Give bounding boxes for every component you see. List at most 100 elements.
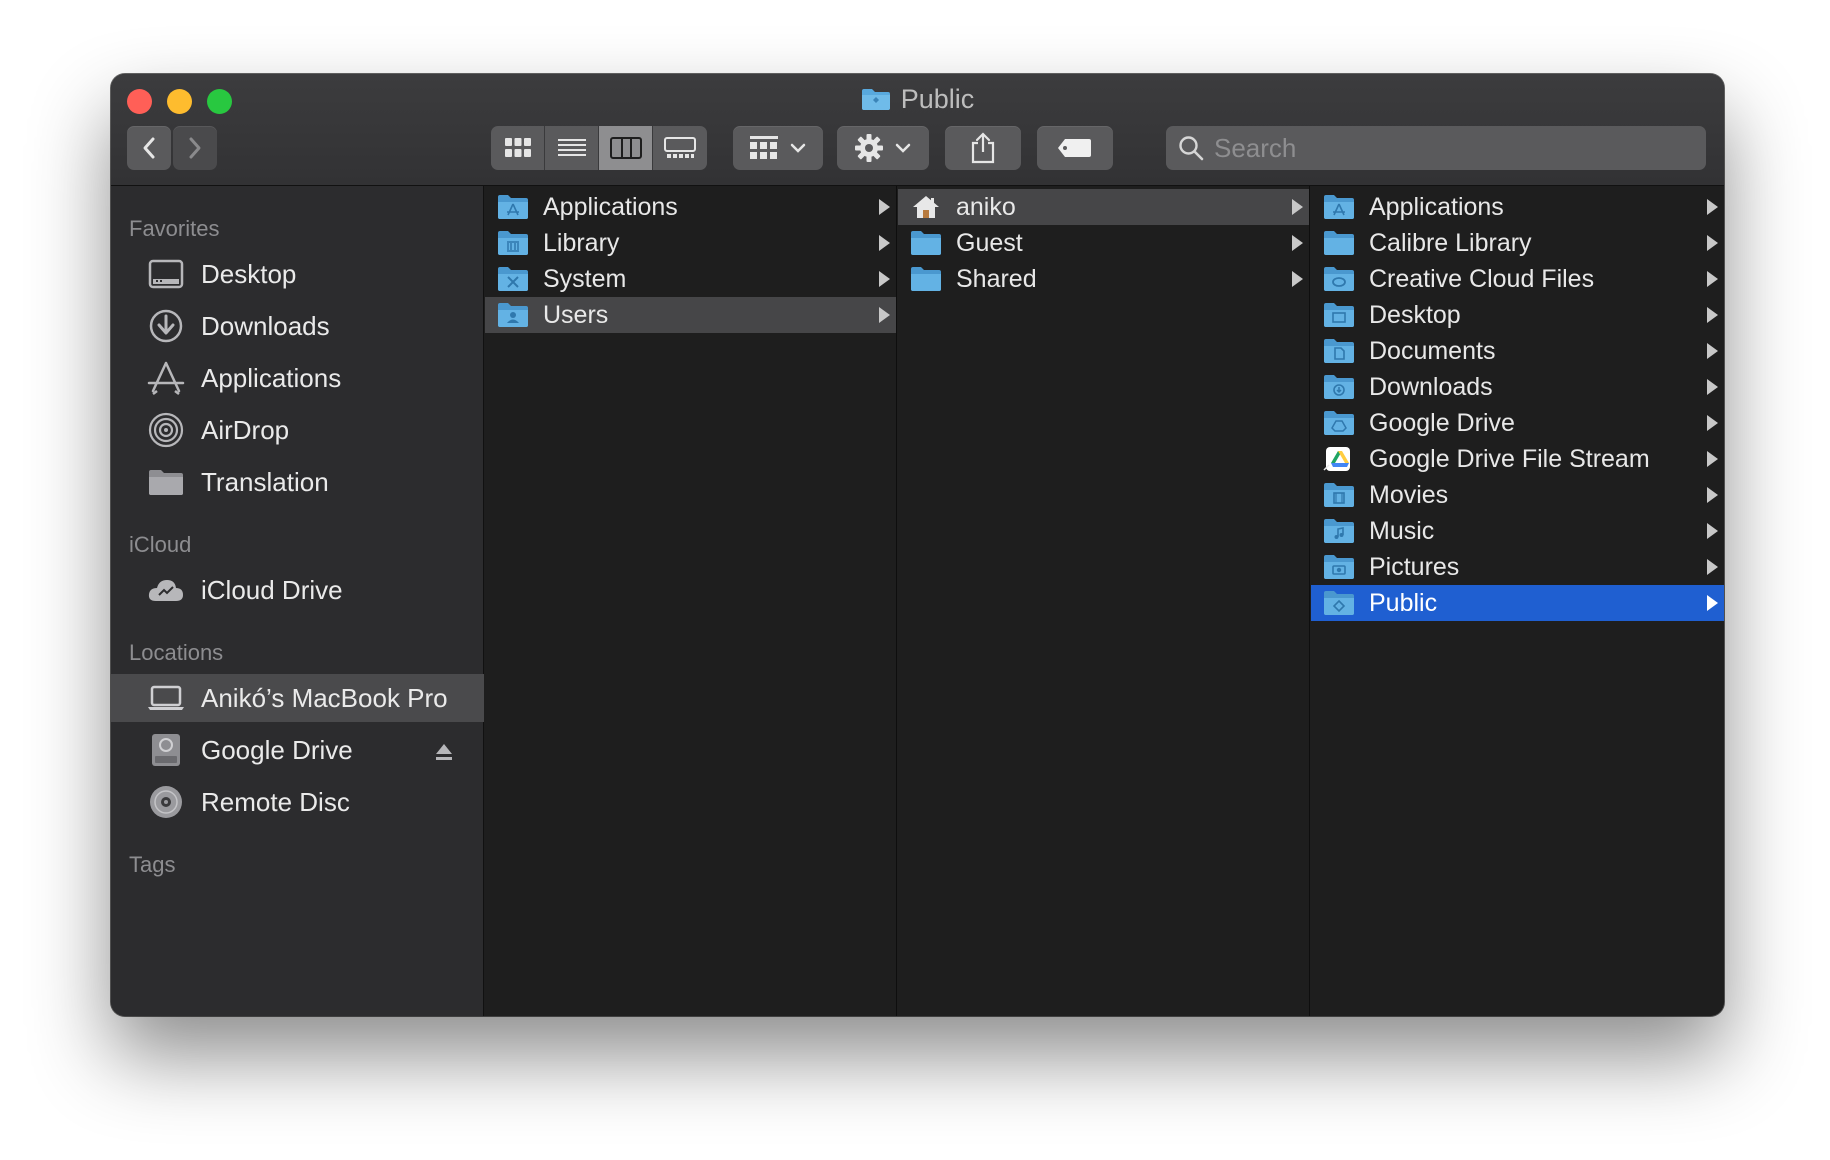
chevron-right-icon [1707, 271, 1718, 287]
list-icon [557, 139, 586, 156]
list-item-label: Users [543, 300, 609, 329]
sidebar-item-label: Downloads [201, 310, 330, 341]
sidebar-item-remote-disc[interactable]: Remote Disc [111, 778, 484, 826]
list-item-documents[interactable]: Documents [1311, 333, 1724, 369]
list-item-music[interactable]: Music [1311, 513, 1724, 549]
list-item-aniko[interactable]: aniko [898, 189, 1309, 225]
view-mode-control [491, 126, 707, 170]
chevron-right-icon [879, 199, 890, 215]
list-item-label: Applications [1369, 192, 1504, 221]
sidebar-heading-favorites: Favorites [129, 216, 220, 241]
chevron-right-icon [1707, 415, 1718, 431]
list-item-label: Documents [1369, 336, 1496, 365]
public-folder-icon [1324, 591, 1354, 615]
action-menu-button[interactable] [837, 126, 929, 170]
list-item-applications[interactable]: Applications [485, 189, 896, 225]
sidebar-item-label: Anikó’s MacBook Pro [201, 682, 448, 713]
sidebar-item-label: AirDrop [201, 414, 290, 445]
browser-column-3: Applications Calibre Library Creative Cl… [1311, 186, 1724, 1016]
sidebar-item-google-drive[interactable]: Google Drive [111, 726, 484, 774]
list-item-label: Music [1369, 516, 1435, 545]
list-item-desktop[interactable]: Desktop [1311, 297, 1724, 333]
gear-icon [855, 134, 883, 162]
sidebar-item-label: Translation [201, 466, 329, 497]
list-item-pictures[interactable]: Pictures [1311, 549, 1724, 585]
sidebar-item-downloads[interactable]: Downloads [111, 302, 484, 350]
sidebar-item-label: Desktop [201, 258, 297, 289]
folder-icon [861, 87, 891, 118]
list-item-google-drive-file-stream[interactable]: Google Drive File Stream [1311, 441, 1724, 477]
group-by-button[interactable] [733, 126, 823, 170]
icon-view-button[interactable] [491, 126, 545, 170]
list-item-label: Creative Cloud Files [1369, 264, 1595, 293]
applications-folder-icon [498, 195, 528, 219]
column-view-button[interactable] [599, 126, 653, 170]
list-item-label: Guest [956, 228, 1023, 257]
system-folder-icon [498, 267, 528, 291]
list-item-system[interactable]: System [485, 261, 896, 297]
list-item-google-drive[interactable]: Google Drive [1311, 405, 1724, 441]
list-item-label: Google Drive File Stream [1369, 444, 1650, 473]
browser-column-1: Applications Library System Users [485, 186, 897, 1016]
list-item-downloads[interactable]: Downloads [1311, 369, 1724, 405]
sidebar: Favorites Desktop Downloads Applications… [111, 186, 484, 1016]
window-title: Public [111, 84, 1724, 118]
sidebar-item-macbook-pro[interactable]: Anikó’s MacBook Pro [111, 674, 484, 722]
desktop-icon [147, 255, 185, 293]
share-button[interactable] [945, 126, 1021, 170]
list-item-applications[interactable]: Applications [1311, 189, 1724, 225]
sidebar-item-desktop[interactable]: Desktop [111, 250, 484, 298]
downloads-icon [147, 307, 185, 345]
list-item-library[interactable]: Library [485, 225, 896, 261]
pictures-folder-icon [1324, 555, 1354, 579]
list-view-button[interactable] [545, 126, 599, 170]
sidebar-item-icloud-drive[interactable]: iCloud Drive [111, 566, 484, 614]
laptop-icon [147, 679, 185, 717]
sidebar-item-translation[interactable]: Translation [111, 458, 484, 506]
eject-icon[interactable] [434, 738, 454, 769]
sidebar-item-airdrop[interactable]: AirDrop [111, 406, 484, 454]
chevron-right-icon [1707, 235, 1718, 251]
search-field[interactable] [1166, 126, 1706, 170]
list-item-label: Downloads [1369, 372, 1493, 401]
folder-icon [1324, 231, 1354, 255]
google-drive-folder-icon [1324, 411, 1354, 435]
applications-icon [147, 359, 185, 397]
list-item-public[interactable]: Public [1311, 585, 1724, 621]
gallery-view-button[interactable] [653, 126, 707, 170]
creative-cloud-folder-icon [1324, 267, 1354, 291]
chevron-right-icon [1707, 199, 1718, 215]
list-item-label: System [543, 264, 627, 293]
list-item-users[interactable]: Users [485, 297, 896, 333]
folder-icon [911, 267, 941, 291]
list-item-movies[interactable]: Movies [1311, 477, 1724, 513]
folder-icon [911, 231, 941, 255]
list-item-calibre-library[interactable]: Calibre Library [1311, 225, 1724, 261]
list-item-creative-cloud-files[interactable]: Creative Cloud Files [1311, 261, 1724, 297]
chevron-right-icon [1707, 487, 1718, 503]
share-icon [971, 132, 995, 164]
desktop-folder-icon [1324, 303, 1354, 327]
forward-button[interactable] [173, 126, 217, 170]
sidebar-item-applications[interactable]: Applications [111, 354, 484, 402]
back-button[interactable] [127, 126, 171, 170]
list-item-guest[interactable]: Guest [898, 225, 1309, 261]
home-icon [913, 196, 939, 218]
folder-icon [147, 463, 185, 501]
drive-disk-icon [147, 731, 185, 769]
search-input[interactable] [1214, 132, 1694, 164]
list-item-label: Pictures [1369, 552, 1460, 581]
list-item-label: Movies [1369, 480, 1449, 509]
google-drive-file-stream-icon [1323, 447, 1350, 471]
gallery-icon [664, 137, 696, 158]
edit-tags-button[interactable] [1037, 126, 1113, 170]
chevron-down-icon [790, 143, 806, 153]
airdrop-icon [147, 411, 185, 449]
list-item-shared[interactable]: Shared [898, 261, 1309, 297]
chevron-right-icon [1707, 343, 1718, 359]
list-item-label: Public [1369, 588, 1438, 617]
applications-folder-icon [1324, 195, 1354, 219]
chevron-right-icon [1292, 235, 1303, 251]
chevron-right-icon [1707, 523, 1718, 539]
finder-window: Public Search Favorites Desktop Download… [111, 74, 1724, 1016]
